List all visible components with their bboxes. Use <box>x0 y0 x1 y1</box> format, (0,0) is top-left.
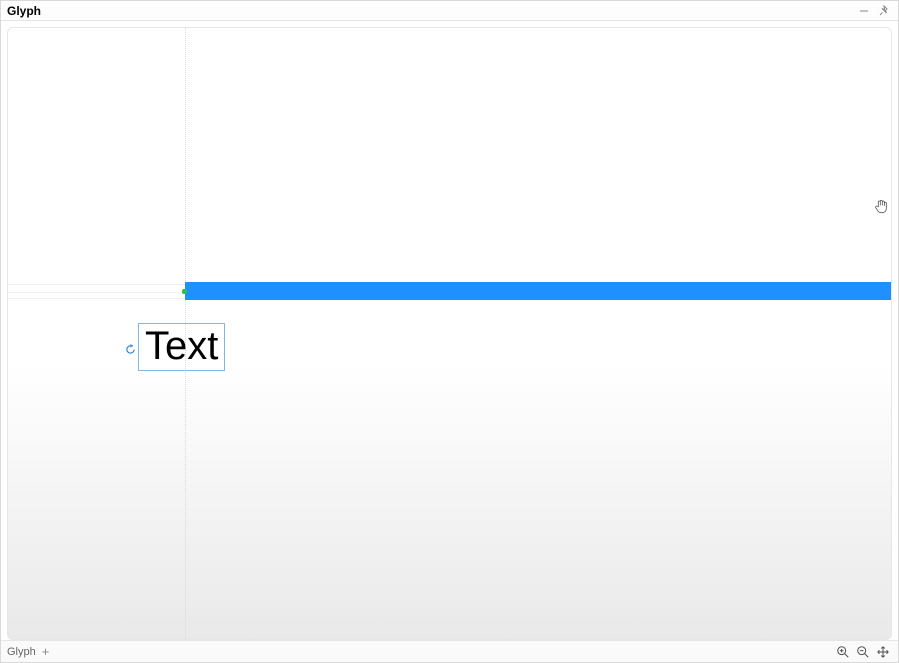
panel-titlebar: Glyph <box>1 1 898 21</box>
text-object[interactable]: Text <box>138 323 225 371</box>
glyph-panel: Glyph Tex <box>0 0 899 663</box>
pan-icon <box>876 645 890 659</box>
hand-cursor-icon <box>873 198 891 216</box>
pin-button[interactable] <box>876 3 892 19</box>
pin-icon <box>878 5 890 17</box>
plus-icon: + <box>42 644 50 659</box>
panel-title: Glyph <box>7 4 41 18</box>
anchor-point[interactable] <box>182 289 187 294</box>
panel-footer: Glyph + <box>1 640 898 662</box>
rotate-icon <box>125 344 136 355</box>
minimize-icon <box>858 5 870 17</box>
zoom-in-button[interactable] <box>834 643 852 661</box>
glyph-canvas[interactable]: Text <box>7 27 892 640</box>
text-content: Text <box>145 324 218 368</box>
add-tab-button[interactable]: + <box>42 645 50 658</box>
rotate-handle[interactable] <box>124 343 136 355</box>
rectangle-shape[interactable] <box>185 282 891 300</box>
zoom-out-button[interactable] <box>854 643 872 661</box>
footer-tab[interactable]: Glyph <box>7 646 36 658</box>
footer-tab-label: Glyph <box>7 646 36 658</box>
minimize-button[interactable] <box>856 3 872 19</box>
zoom-in-icon <box>836 645 850 659</box>
pan-button[interactable] <box>874 643 892 661</box>
zoom-out-icon <box>856 645 870 659</box>
